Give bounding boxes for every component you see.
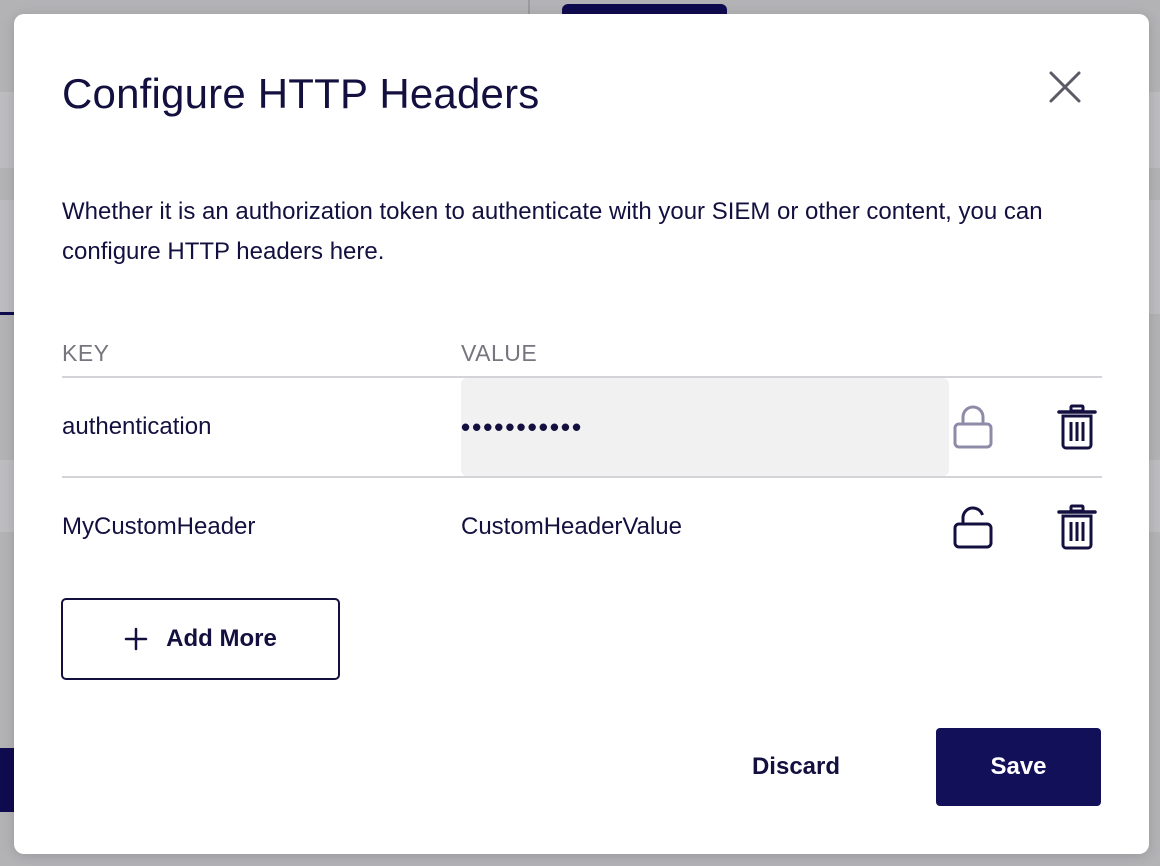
delete-row-button[interactable] (1052, 402, 1102, 452)
trash-icon (1057, 504, 1097, 550)
column-header-key: KEY (62, 340, 110, 366)
table-header-row: KEY VALUE (62, 336, 1102, 378)
lock-open-icon (953, 506, 993, 549)
lock-closed-icon (953, 405, 993, 449)
delete-row-button[interactable] (1052, 502, 1102, 552)
add-more-button[interactable]: Add More (61, 598, 340, 680)
close-button[interactable] (1044, 66, 1086, 108)
background-tab-indicator (0, 312, 14, 315)
header-key: MyCustomHeader (62, 513, 256, 540)
background-divider (528, 0, 530, 14)
trash-icon (1057, 404, 1097, 450)
header-key: authentication (62, 413, 212, 440)
save-button[interactable]: Save (936, 728, 1101, 806)
background-button (0, 748, 14, 812)
lock-toggle-button[interactable] (948, 502, 998, 552)
discard-button[interactable]: Discard (730, 728, 862, 806)
lock-toggle-button[interactable] (948, 402, 998, 452)
table-row: authentication ••••••••••• (62, 378, 1102, 478)
dialog-title: Configure HTTP Headers (62, 70, 540, 117)
headers-table: KEY VALUE authentication ••••••••••• MyC… (62, 336, 1102, 576)
configure-headers-dialog: Configure HTTP Headers Whether it is an … (14, 14, 1149, 854)
plus-icon (124, 627, 148, 651)
close-icon (1049, 71, 1081, 103)
table-row: MyCustomHeader CustomHeaderValue (62, 478, 1102, 576)
header-value-masked: ••••••••••• (461, 378, 949, 476)
header-value: CustomHeaderValue (461, 513, 683, 540)
add-more-label: Add More (166, 625, 277, 652)
dialog-description: Whether it is an authorization token to … (62, 198, 1043, 265)
column-header-value: VALUE (461, 340, 538, 366)
